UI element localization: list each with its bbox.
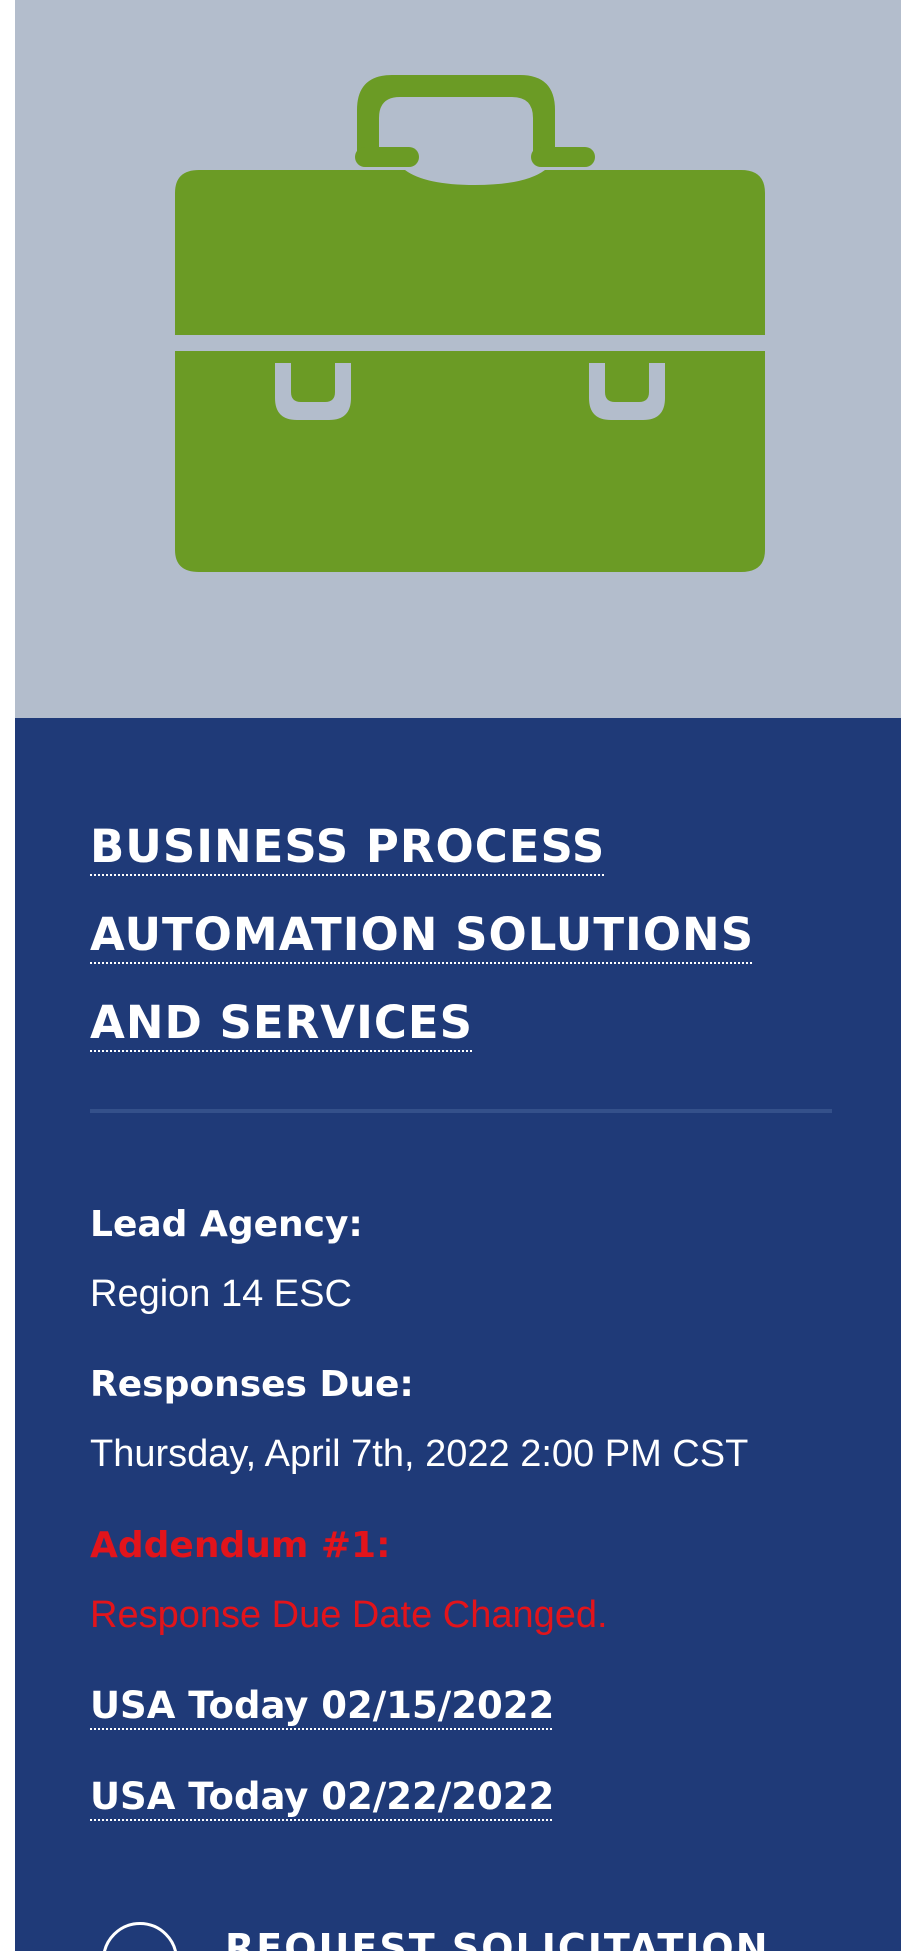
title-link-line-1[interactable]: BUSINESS PROCESS bbox=[90, 820, 605, 873]
usa-today-link-2[interactable]: USA Today 02/22/2022 bbox=[90, 1774, 554, 1820]
request-solicitation-label: REQUEST SOLICITATION bbox=[225, 1926, 770, 1951]
responses-due-value: Thursday, April 7th, 2022 2:00 PM CST bbox=[90, 1433, 749, 1475]
responses-due-label: Responses Due: bbox=[90, 1364, 414, 1405]
solicitation-card: BUSINESS PROCESS AUTOMATION SOLUTIONS AN… bbox=[15, 0, 901, 1951]
details-panel: BUSINESS PROCESS AUTOMATION SOLUTIONS AN… bbox=[15, 718, 901, 1951]
divider bbox=[90, 1109, 832, 1113]
solicitation-title: BUSINESS PROCESS AUTOMATION SOLUTIONS AN… bbox=[90, 803, 790, 1067]
lead-agency-label: Lead Agency: bbox=[90, 1204, 363, 1245]
title-link-line-2[interactable]: AUTOMATION SOLUTIONS bbox=[90, 908, 754, 961]
circle-arrow-icon bbox=[102, 1922, 178, 1951]
lead-agency-value: Region 14 ESC bbox=[90, 1273, 352, 1315]
briefcase-icon bbox=[175, 75, 765, 572]
request-solicitation-button[interactable]: REQUEST SOLICITATION bbox=[90, 1918, 850, 1951]
addendum-value: Response Due Date Changed. bbox=[90, 1594, 608, 1636]
hero-image bbox=[15, 0, 901, 718]
usa-today-link-1[interactable]: USA Today 02/15/2022 bbox=[90, 1683, 554, 1729]
addendum-label: Addendum #1: bbox=[90, 1525, 391, 1566]
title-link-line-3[interactable]: AND SERVICES bbox=[90, 996, 473, 1049]
